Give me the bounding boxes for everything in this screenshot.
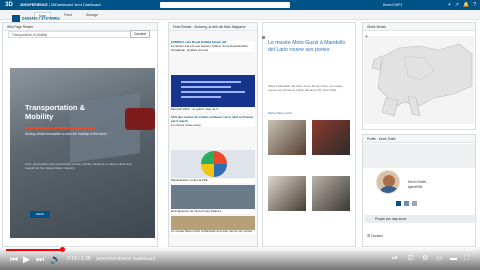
- feed-item-image[interactable]: [171, 150, 255, 178]
- panel-header: Feed Reader - Motoring, la web del Moto …: [169, 23, 257, 31]
- help-icon[interactable]: ?: [473, 2, 476, 8]
- ds-logo: DASSAULT SYSTEMES: [12, 15, 60, 22]
- article-caption[interactable]: Motos Moto Guzzi: [268, 111, 292, 115]
- settings-icon[interactable]: ⚙: [422, 253, 428, 265]
- share-profile-icon[interactable]: [412, 201, 417, 206]
- panel-header: Globe Viewer: [363, 23, 475, 31]
- feed-item-caption[interactable]: 10% des ventes de voiture realisees sur …: [171, 115, 255, 128]
- article-title[interactable]: Le musée Moto Guzzi à Mandello del Lario…: [268, 40, 348, 53]
- miniplayer-icon[interactable]: ▭: [436, 253, 443, 265]
- play-icon[interactable]: ▶: [23, 253, 30, 265]
- autoplay-toggle[interactable]: ⏯: [392, 253, 398, 265]
- article-photo[interactable]: [312, 176, 350, 211]
- subtitles-icon[interactable]: ⎚: [408, 253, 414, 265]
- profile-actions: [396, 201, 417, 206]
- user-name[interactable]: Kevin D/HP1: [383, 3, 402, 7]
- video-time: 0:19 / 2:38: [67, 256, 91, 262]
- top-icons: + ↗ 🔔 ?: [448, 2, 476, 8]
- profile-banner: [363, 144, 475, 168]
- hero-subtext: From automakers that successfully create…: [25, 162, 132, 171]
- tab-feed[interactable]: Feed: [60, 12, 76, 19]
- feed-item-caption[interactable]: Manifestation contre la ZFE: [171, 178, 255, 183]
- top-bar: 3D 3DEXPERIENCE | 3DDashboard Jen's Dash…: [0, 0, 480, 10]
- fullscreen-icon[interactable]: ⛶: [464, 253, 469, 265]
- feed-item-caption[interactable]: [VIDEO] Louis Royal Enfield Scram 411 La …: [171, 40, 255, 53]
- hero-text: Driving vehicle innovation to over the m…: [25, 132, 107, 136]
- hero-title: Transportation & Mobility: [25, 103, 86, 121]
- europe-map[interactable]: [364, 36, 474, 124]
- follow-icon[interactable]: [396, 201, 401, 206]
- search-input[interactable]: [160, 2, 290, 8]
- article-photo[interactable]: [312, 120, 350, 155]
- notifications-icon[interactable]: 🔔: [463, 2, 469, 8]
- zoom-in-icon[interactable]: +: [365, 34, 370, 40]
- url-input[interactable]: Transportation & Mobility: [8, 31, 138, 38]
- contact-link[interactable]: ☰ Contact: [367, 234, 383, 238]
- profile-name[interactable]: Kevin Smith - kjsm6094: [408, 180, 428, 189]
- article-photo[interactable]: [268, 120, 306, 155]
- feed-item-image[interactable]: [171, 75, 255, 107]
- hero-divider: [25, 127, 95, 129]
- feed-reader-panel: Feed Reader - Motoring, la web del Moto …: [168, 22, 258, 247]
- avatar[interactable]: [376, 170, 400, 194]
- article-photo[interactable]: [268, 176, 306, 211]
- tab-bar: Main Feed Storage: [0, 10, 480, 20]
- progress-knob[interactable]: [59, 247, 65, 253]
- video-progress-bar[interactable]: [6, 247, 474, 253]
- share-icon[interactable]: ↗: [455, 2, 459, 8]
- next-icon[interactable]: ⏭: [36, 253, 44, 265]
- feed-item-image[interactable]: [171, 216, 255, 230]
- previous-icon[interactable]: ⏮: [10, 253, 18, 265]
- add-icon[interactable]: +: [448, 2, 451, 8]
- video-chapter-title[interactable]: 3DEXPERIENCE Dashboard: [96, 256, 155, 261]
- ds-logo-icon: [12, 15, 20, 22]
- theater-icon[interactable]: ▬: [450, 253, 457, 265]
- connect-button[interactable]: Connect: [130, 30, 150, 38]
- app-title: 3DEXPERIENCE | 3DDashboard Jen's Dashboa…: [20, 3, 101, 7]
- volume-icon[interactable]: 🔊: [50, 253, 61, 265]
- feed-item-caption[interactable]: MotoGP 2022 : un grand "Hop de l'I: [171, 107, 255, 112]
- compass-logo[interactable]: 3D: [0, 0, 18, 10]
- watch-button[interactable]: Watch: [30, 211, 50, 218]
- tab-storage[interactable]: Storage: [82, 12, 102, 19]
- message-icon[interactable]: [404, 201, 409, 206]
- people-you-may-know-button[interactable]: People you may know: [365, 215, 477, 223]
- article-bullet: [262, 36, 265, 39]
- feed-item-image[interactable]: [171, 185, 255, 209]
- article-meta: Situé à Mandello del Lario sur le lac de…: [268, 84, 343, 92]
- panel-header: Profile - Kevin Smith: [363, 135, 475, 143]
- feed-item-caption[interactable]: Le musée Moto Guzzi à Mandello del Lario…: [171, 229, 255, 234]
- feed-item-caption[interactable]: El angiosorso de l'accord des Talleres: [171, 209, 255, 214]
